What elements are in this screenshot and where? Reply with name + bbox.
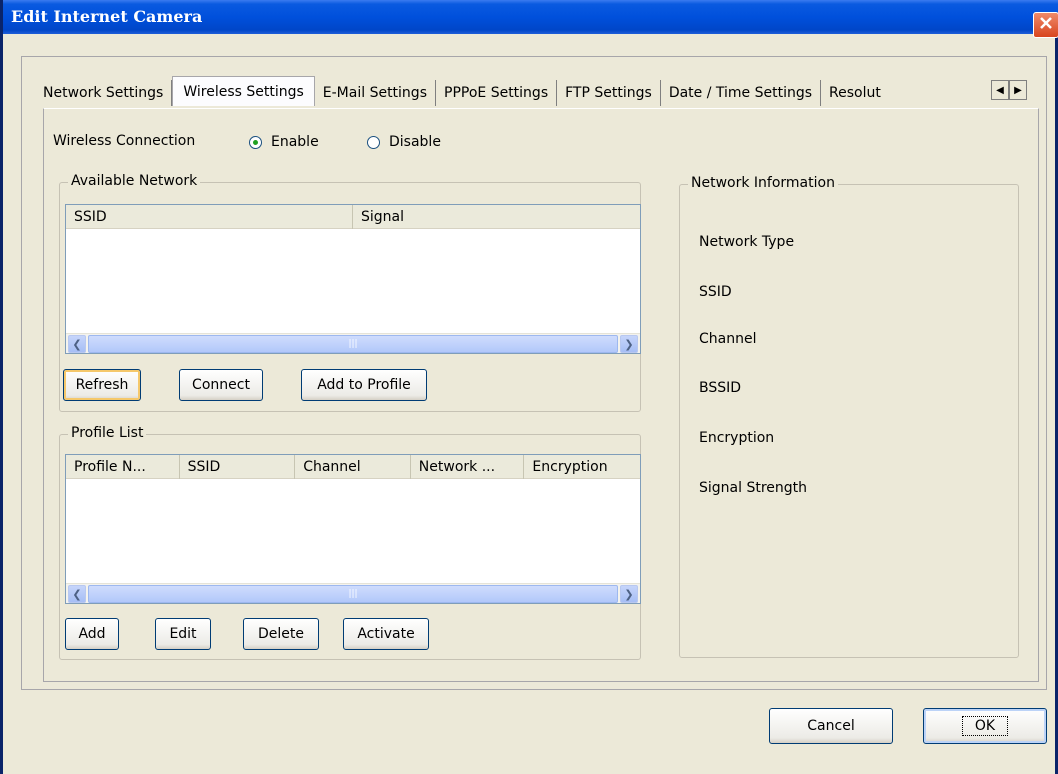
- edit-button[interactable]: Edit: [155, 618, 211, 650]
- column-signal[interactable]: Signal: [353, 205, 640, 229]
- close-button[interactable]: [1033, 12, 1058, 38]
- network-information-group: Network Information: [679, 175, 1019, 658]
- window-title: Edit Internet Camera: [11, 7, 203, 26]
- chevron-left-icon: ❮: [72, 587, 82, 601]
- chevron-left-icon: ❮: [72, 337, 82, 351]
- chevron-right-icon: ❯: [624, 337, 634, 351]
- add-button[interactable]: Add: [65, 618, 119, 650]
- chevron-right-icon: ❯: [624, 587, 634, 601]
- tab-date-time-settings[interactable]: Date / Time Settings: [660, 80, 822, 106]
- title-bar[interactable]: Edit Internet Camera: [3, 0, 1058, 38]
- column-channel[interactable]: Channel: [295, 455, 411, 479]
- connect-button[interactable]: Connect: [179, 369, 263, 401]
- tab-scroll-right-button[interactable]: ▶: [1009, 80, 1027, 100]
- add-to-profile-button[interactable]: Add to Profile: [301, 369, 427, 401]
- signal-strength-label: Signal Strength: [699, 480, 808, 496]
- horizontal-scrollbar[interactable]: ❮ ||| ❯: [66, 583, 640, 603]
- scroll-thumb[interactable]: |||: [88, 585, 618, 603]
- list-header: SSID Signal: [66, 205, 640, 229]
- disable-label[interactable]: Disable: [389, 134, 441, 150]
- bssid-label: BSSID: [699, 380, 742, 396]
- delete-button[interactable]: Delete: [243, 618, 319, 650]
- channel-label: Channel: [699, 331, 757, 347]
- grip-icon: |||: [348, 589, 358, 599]
- tab-pppoe-settings[interactable]: PPPoE Settings: [436, 80, 558, 106]
- network-type-label: Network Type: [699, 234, 795, 250]
- tab-scroll-left-button[interactable]: ◀: [991, 80, 1009, 100]
- tab-ftp-settings[interactable]: FTP Settings: [557, 80, 661, 106]
- tab-wireless-settings[interactable]: Wireless Settings: [172, 76, 315, 106]
- column-profile-name[interactable]: Profile N...: [66, 455, 180, 479]
- scroll-right-button[interactable]: ❯: [620, 585, 638, 603]
- scroll-right-button[interactable]: ❯: [620, 335, 638, 353]
- tab-network-settings[interactable]: Network Settings: [35, 80, 173, 106]
- wireless-connection-label: Wireless Connection: [53, 133, 196, 149]
- network-information-legend: Network Information: [688, 175, 838, 191]
- list-header: Profile N... SSID Channel Network ... En…: [66, 455, 640, 479]
- tab-strip: Network Settings Wireless Settings E-Mai…: [35, 76, 884, 108]
- available-network-list[interactable]: SSID Signal ❮ ||| ❯: [65, 204, 641, 354]
- ssid-label: SSID: [699, 284, 732, 300]
- horizontal-scrollbar[interactable]: ❮ ||| ❯: [66, 333, 640, 353]
- triangle-right-icon: ▶: [1014, 84, 1022, 96]
- tab-resolution[interactable]: Resolut: [821, 80, 884, 106]
- available-network-legend: Available Network: [68, 173, 201, 189]
- activate-button[interactable]: Activate: [343, 618, 429, 650]
- encryption-label: Encryption: [699, 430, 775, 446]
- cancel-button[interactable]: Cancel: [769, 708, 893, 744]
- enable-radio[interactable]: [249, 136, 262, 149]
- tab-email-settings[interactable]: E-Mail Settings: [314, 80, 436, 106]
- column-encryption[interactable]: Encryption: [524, 455, 640, 479]
- scroll-left-button[interactable]: ❮: [68, 335, 86, 353]
- grip-icon: |||: [348, 339, 358, 349]
- column-ssid[interactable]: SSID: [180, 455, 296, 479]
- profile-list-legend: Profile List: [68, 425, 147, 441]
- column-ssid[interactable]: SSID: [66, 205, 353, 229]
- profile-list[interactable]: Profile N... SSID Channel Network ... En…: [65, 454, 641, 604]
- tab-scroll-buttons: ◀ ▶: [991, 80, 1027, 100]
- refresh-button[interactable]: Refresh: [63, 369, 141, 401]
- scroll-left-button[interactable]: ❮: [68, 585, 86, 603]
- disable-radio[interactable]: [367, 136, 380, 149]
- enable-label[interactable]: Enable: [271, 134, 319, 150]
- column-network-type[interactable]: Network ...: [411, 455, 525, 479]
- scroll-thumb[interactable]: |||: [88, 335, 618, 353]
- close-icon: [1039, 16, 1053, 34]
- ok-button[interactable]: OK: [923, 708, 1047, 744]
- triangle-left-icon: ◀: [996, 84, 1004, 96]
- ok-button-label: OK: [961, 716, 1009, 736]
- dialog-window: Edit Internet Camera Network Settings Wi…: [0, 0, 1058, 774]
